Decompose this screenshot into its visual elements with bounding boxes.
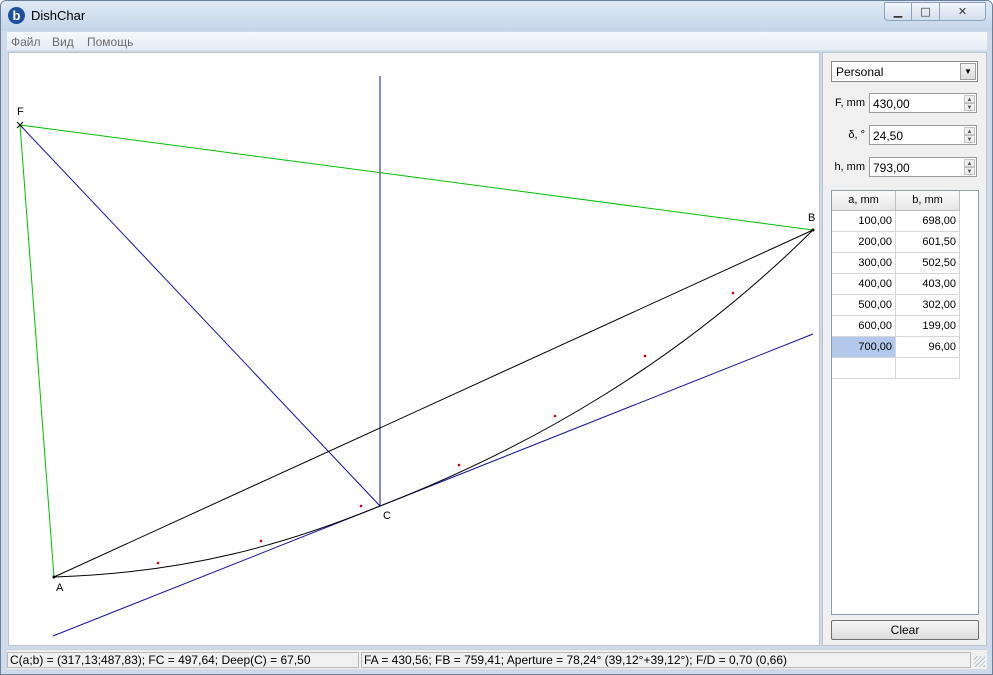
diagram-canvas[interactable]: F A B C (8, 52, 820, 646)
cell-b[interactable]: 502,50 (896, 253, 960, 274)
menu-bar: Файл Вид Помощь (7, 32, 987, 51)
window-controls: ▁ □ ✕ (884, 2, 986, 21)
profile-point-3 (359, 504, 363, 508)
tangent-line (52, 333, 814, 637)
cell-a[interactable] (832, 358, 896, 379)
spin-down-icon[interactable]: ▼ (964, 135, 975, 143)
label-a: A (56, 582, 64, 594)
table-row[interactable]: 400,00 403,00 (832, 274, 960, 295)
table-row[interactable] (832, 358, 960, 379)
profile-point-4 (457, 463, 461, 467)
resize-grip-icon[interactable] (974, 656, 985, 667)
f-value: 430,00 (873, 97, 910, 111)
focus-to-a-line (19, 124, 55, 578)
profile-select[interactable]: Personal ▼ (831, 61, 978, 82)
menu-help[interactable]: Помощь (87, 35, 133, 49)
status-bar: C(a;b) = (317,13;487,83); FC = 497,64; D… (7, 649, 987, 669)
spin-up-icon[interactable]: ▲ (964, 95, 975, 103)
label-c: C (383, 510, 391, 522)
cell-a[interactable]: 500,00 (832, 295, 896, 316)
window-title: DishChar (31, 8, 86, 23)
cell-a[interactable]: 100,00 (832, 211, 896, 232)
parameters-panel: Personal ▼ F, mm 430,00 ▲ ▼ δ, ° 24,50 ▲… (822, 52, 987, 646)
point-a-marker (52, 575, 56, 579)
label-f: F (17, 106, 24, 118)
delta-value: 24,50 (873, 129, 904, 143)
column-header-b[interactable]: b, mm (896, 191, 960, 211)
cell-b[interactable]: 302,00 (896, 295, 960, 316)
h-input[interactable]: 793,00 ▲ ▼ (869, 157, 977, 177)
cell-a[interactable]: 700,00 (832, 337, 896, 358)
label-b: B (808, 212, 815, 224)
spin-down-icon[interactable]: ▼ (964, 167, 975, 175)
f-spinner[interactable]: ▲ ▼ (964, 95, 975, 111)
spin-up-icon[interactable]: ▲ (964, 159, 975, 167)
cell-b[interactable]: 96,00 (896, 337, 960, 358)
status-left: C(a;b) = (317,13;487,83); FC = 497,64; D… (7, 652, 359, 668)
table-row[interactable]: 700,00 96,00 (832, 337, 960, 358)
profile-point-5 (553, 414, 557, 418)
spin-down-icon[interactable]: ▼ (964, 103, 975, 111)
diagram-svg: F A B C (16, 76, 815, 637)
table-row[interactable]: 100,00 698,00 (832, 211, 960, 232)
menu-view[interactable]: Вид (52, 35, 74, 49)
points-table[interactable]: a, mm b, mm 100,00 698,00 200,00 601,50 300,… (831, 190, 979, 615)
point-b-marker (811, 228, 815, 232)
close-button[interactable]: ✕ (940, 2, 986, 21)
cell-a[interactable]: 200,00 (832, 232, 896, 253)
menu-file[interactable]: Файл (11, 35, 41, 49)
delta-label: δ, ° (848, 129, 865, 141)
h-spinner[interactable]: ▲ ▼ (964, 159, 975, 175)
cell-a[interactable]: 400,00 (832, 274, 896, 295)
cell-b[interactable]: 403,00 (896, 274, 960, 295)
profile-point-2 (259, 539, 263, 543)
profile-point-6 (643, 354, 647, 358)
app-window: b DishChar ▁ □ ✕ Файл Вид Помощь F A B C… (0, 0, 993, 675)
minimize-button[interactable]: ▁ (884, 2, 912, 21)
table-row[interactable]: 200,00 601,50 (832, 232, 960, 253)
profile-point-7 (731, 291, 735, 295)
chevron-down-icon[interactable]: ▼ (960, 63, 976, 80)
title-bar[interactable]: b DishChar ▁ □ ✕ (1, 1, 992, 31)
cell-a[interactable]: 300,00 (832, 253, 896, 274)
delta-spinner[interactable]: ▲ ▼ (964, 127, 975, 143)
table-row[interactable]: 600,00 199,00 (832, 316, 960, 337)
spin-up-icon[interactable]: ▲ (964, 127, 975, 135)
status-right: FA = 430,56; FB = 759,41; Aperture = 78,… (361, 652, 971, 668)
profile-point-1 (156, 561, 160, 565)
table-row[interactable]: 500,00 302,00 (832, 295, 960, 316)
clear-button[interactable]: Clear (831, 620, 979, 640)
delta-input[interactable]: 24,50 ▲ ▼ (869, 125, 977, 145)
cell-a[interactable]: 600,00 (832, 316, 896, 337)
f-label: F, mm (835, 97, 865, 109)
profile-select-value: Personal (836, 65, 884, 79)
app-logo-icon: b (8, 7, 25, 24)
h-label: h, mm (834, 161, 865, 173)
focus-to-b-line (19, 124, 814, 231)
column-header-a[interactable]: a, mm (832, 191, 896, 211)
maximize-button[interactable]: □ (912, 2, 940, 21)
table-body: 100,00 698,00 200,00 601,50 300,00 502,50 400,… (832, 211, 960, 379)
table-row[interactable]: 300,00 502,50 (832, 253, 960, 274)
cell-b[interactable]: 601,50 (896, 232, 960, 253)
cell-b[interactable]: 698,00 (896, 211, 960, 232)
cell-b[interactable] (896, 358, 960, 379)
f-input[interactable]: 430,00 ▲ ▼ (869, 93, 977, 113)
cell-b[interactable]: 199,00 (896, 316, 960, 337)
table-header: a, mm b, mm (832, 191, 960, 211)
h-value: 793,00 (873, 161, 910, 175)
focus-to-c-line (19, 124, 381, 507)
